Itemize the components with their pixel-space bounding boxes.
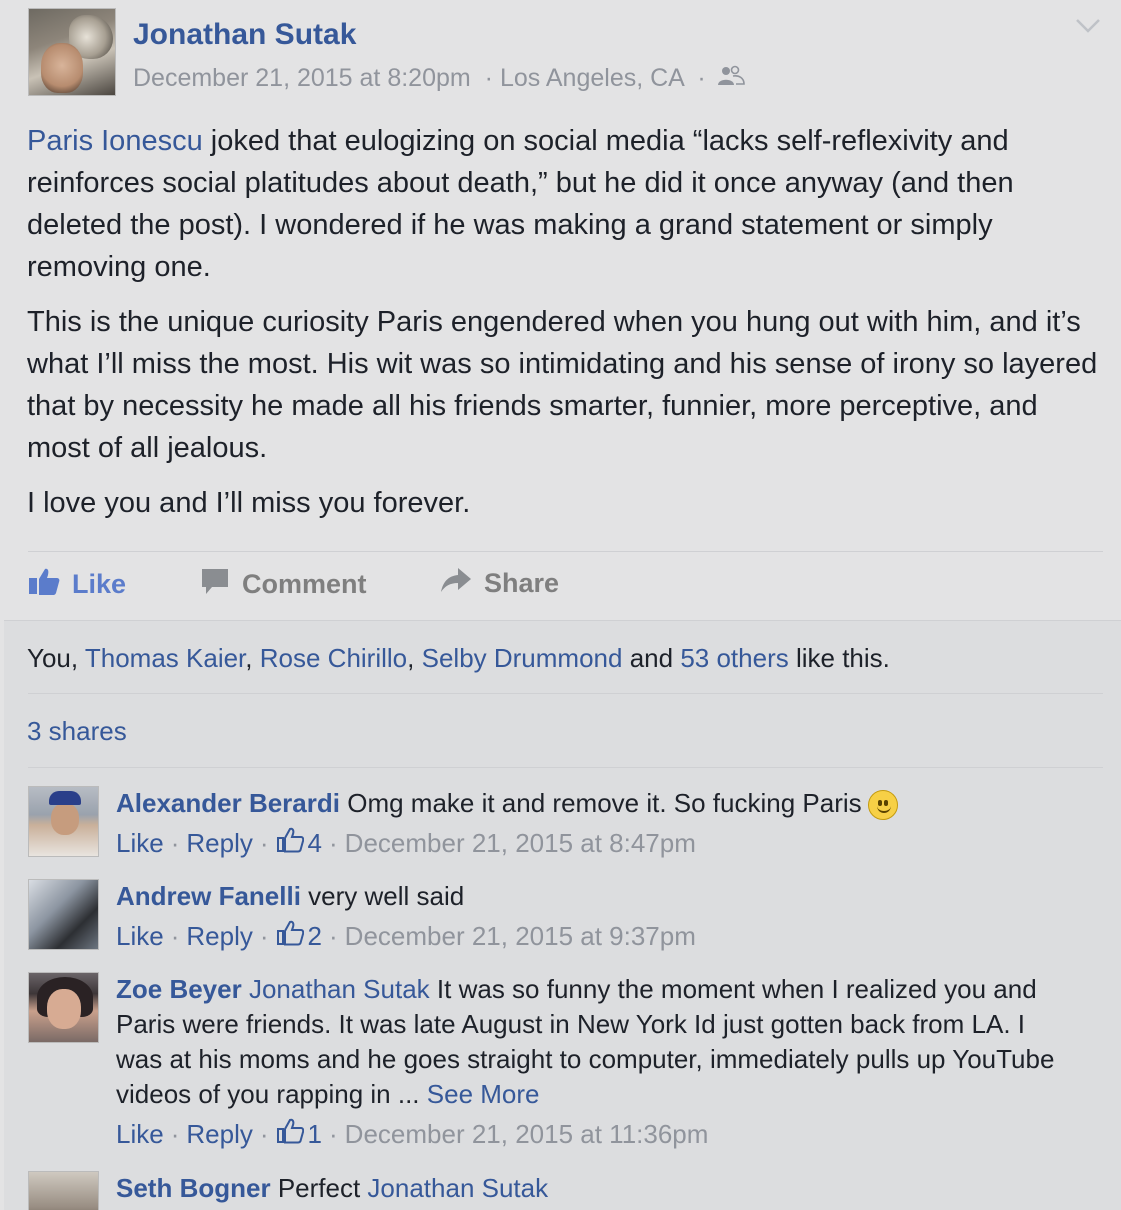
likes-suffix: like this. [795,643,890,673]
meta-separator: · [259,1119,269,1149]
post-paragraph: I love you and I’ll miss you forever. [27,487,471,519]
meta-separator: · [259,828,269,858]
like-label: Like [72,569,127,599]
meta-separator: · [484,64,493,92]
avatar-hat [49,791,81,805]
comment-meta: Like · Reply · 2 · December 21, 2015 at … [116,920,696,953]
smiley-emoji-icon [867,790,898,821]
thumbs-up-outline-icon[interactable] [276,1118,304,1151]
action-bar: Like Comment Share [28,566,1103,606]
thumbs-up-icon [28,566,60,603]
friends-icon[interactable] [717,65,745,94]
divider [28,767,1103,768]
likes-you: You, [27,643,79,673]
likes-and: and [629,643,674,673]
share-label: Share [484,568,560,598]
comment-item: Seth Bogner Perfect Jonathan Sutak [28,1171,1103,1210]
meta-separator: · [329,1119,338,1149]
avatar-face [47,989,81,1029]
comment-label: Comment [242,569,367,599]
shares-link[interactable]: 3 shares [27,716,127,747]
post-meta: December 21, 2015 at 8:20pm · Los Angeles… [133,64,745,94]
comment-text: Zoe Beyer Jonathan Sutak It was so funny… [116,972,1076,1112]
divider [28,693,1103,694]
avatar-face [51,803,79,835]
comment-timestamp[interactable]: December 21, 2015 at 11:36pm [345,1119,709,1150]
comment-meta: Like · Reply · 1 · December 21, 2015 at … [116,1118,708,1151]
comment-like-link[interactable]: Like [116,921,164,952]
meta-separator: · [170,1119,180,1149]
comment-like-link[interactable]: Like [116,828,164,859]
liker-link[interactable]: Rose Chirillo [260,643,407,673]
commenter-avatar[interactable] [28,879,99,950]
comment-like-link[interactable]: Like [116,1119,164,1150]
comment-reply-link[interactable]: Reply [186,828,252,859]
likes-comma: , [245,643,253,673]
author-name-link[interactable]: Jonathan Sutak [133,18,356,52]
liker-link[interactable]: Thomas Kaier [85,643,245,673]
post-location[interactable]: Los Angeles, CA [500,64,683,92]
comment-body: Omg make it and remove it. So fucking Pa… [347,788,862,818]
post-body: Paris Ionescu joked that eulogizing on s… [27,120,1102,537]
commenter-avatar[interactable] [28,972,99,1043]
meta-separator: · [329,921,338,951]
comment-item: Alexander Berardi Omg make it and remove… [28,786,1103,866]
comment-reply-link[interactable]: Reply [186,921,252,952]
commenter-name-link[interactable]: Alexander Berardi [116,788,340,818]
comment-like-count[interactable]: 1 [308,1119,322,1150]
comment-meta: Like · Reply · 4 · December 21, 2015 at … [116,827,696,860]
chevron-down-icon[interactable] [1074,16,1102,41]
mention-link[interactable]: Jonathan Sutak [249,974,430,1004]
commenter-avatar[interactable] [28,786,99,857]
post-paragraph: This is the unique curiosity Paris engen… [27,306,1098,464]
post-paragraph: Paris Ionescu joked that eulogizing on s… [27,120,1102,288]
comment-like-count[interactable]: 4 [308,828,322,859]
commenter-name-link[interactable]: Andrew Fanelli [116,881,301,911]
liker-link[interactable]: Selby Drummond [422,643,623,673]
author-avatar[interactable] [28,8,116,96]
comment-button[interactable]: Comment [200,566,367,603]
comment-body: very well said [308,881,465,911]
commenter-name-link[interactable]: Zoe Beyer [116,974,242,1004]
meta-separator: · [170,828,180,858]
thumbs-up-outline-icon[interactable] [276,827,304,860]
comment-text: Alexander Berardi Omg make it and remove… [116,786,1076,821]
share-arrow-icon [440,566,472,601]
likes-comma: , [407,643,415,673]
comment-item: Zoe Beyer Jonathan Sutak It was so funny… [28,972,1103,1152]
comment-text: Andrew Fanelli very well said [116,879,1076,914]
like-button[interactable]: Like [28,566,126,603]
post-timestamp[interactable]: December 21, 2015 at 8:20pm [133,64,471,92]
meta-separator: · [329,828,338,858]
meta-separator: · [697,64,706,92]
mention-link[interactable]: Jonathan Sutak [367,1173,548,1203]
comment-reply-link[interactable]: Reply [186,1119,252,1150]
meta-separator: · [259,921,269,951]
likes-others-link[interactable]: 53 others [680,643,788,673]
comment-timestamp[interactable]: December 21, 2015 at 8:47pm [345,828,696,859]
commenter-name-link[interactable]: Seth Bogner [116,1173,271,1203]
thumbs-up-outline-icon[interactable] [276,920,304,953]
commenter-avatar[interactable] [28,1171,99,1210]
avatar-face [41,43,83,93]
comment-icon [200,566,230,603]
meta-separator: · [170,921,180,951]
share-button[interactable]: Share [440,566,559,601]
divider [28,551,1103,552]
comment-text: Seth Bogner Perfect Jonathan Sutak [116,1171,1076,1206]
post-header: Jonathan Sutak December 21, 2015 at 8:20… [28,8,1108,98]
comment-item: Andrew Fanelli very well said Like · Rep… [28,879,1103,959]
likes-summary: You, Thomas Kaier, Rose Chirillo, Selby … [27,643,890,674]
see-more-link[interactable]: See More [427,1079,540,1109]
comment-like-count[interactable]: 2 [308,921,322,952]
mention-link[interactable]: Paris Ionescu [27,125,203,157]
comment-timestamp[interactable]: December 21, 2015 at 9:37pm [345,921,696,952]
comment-body: Perfect [277,1173,361,1203]
